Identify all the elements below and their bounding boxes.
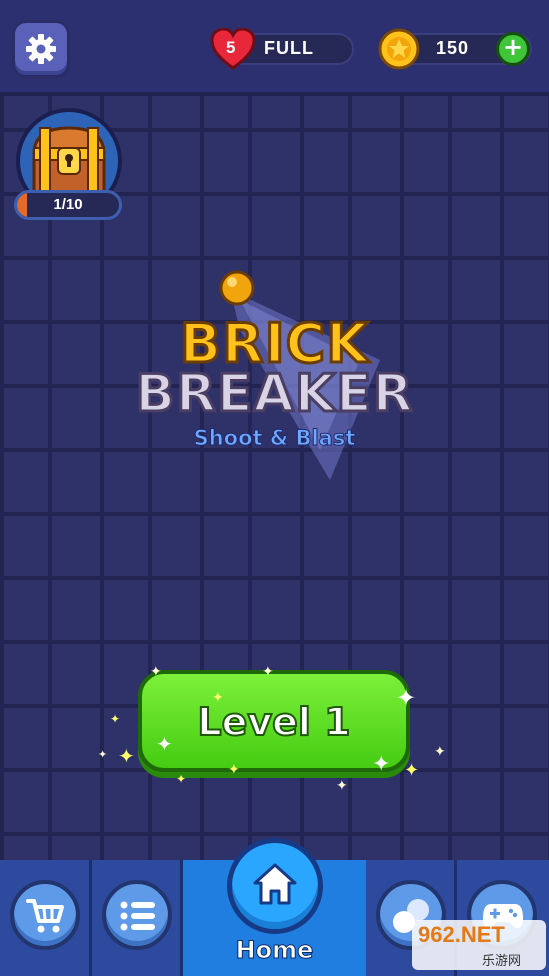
sparkle-icon: ✦ — [404, 760, 420, 781]
sparkle-icon: ✦ — [176, 772, 187, 786]
list-icon — [120, 901, 155, 931]
nav-shop[interactable] — [0, 860, 92, 976]
sparkle-icon: ✦ — [434, 744, 446, 760]
sparkle-icon: ✦ — [110, 712, 121, 726]
sparkle-icon: ✦ — [396, 684, 417, 712]
chest-icon — [32, 126, 106, 196]
site-watermark: 962.NET 乐游网 — [412, 920, 546, 970]
logo-subtitle: Shoot & Blast — [193, 426, 356, 451]
gear-icon — [26, 34, 56, 64]
play-level-button[interactable]: Level 1 — [138, 670, 410, 772]
watermark-main-text: 962.NET — [418, 922, 505, 947]
sparkle-icon: ✦ — [262, 664, 274, 680]
add-coins-button[interactable]: + — [496, 32, 530, 66]
nav-home-circle[interactable] — [227, 838, 323, 934]
nav-levels-circle — [102, 880, 172, 950]
settings-button[interactable] — [12, 20, 70, 78]
lives-count: 5 — [226, 38, 237, 57]
watermark-sub-text: 乐游网 — [482, 954, 522, 969]
chest-progress-text: 1/10 — [53, 196, 83, 213]
nav-home-label: Home — [235, 936, 314, 965]
home-icon — [253, 863, 297, 905]
nav-levels[interactable] — [92, 860, 183, 976]
coin-amount: 150 — [436, 38, 470, 58]
sparkle-icon: ✦ — [336, 778, 348, 794]
chest-progress-bar: 1/10 — [14, 190, 122, 220]
sparkle-icon: ✦ — [118, 744, 135, 768]
cart-icon — [26, 899, 64, 933]
play-level-label: Level 1 — [196, 699, 351, 745]
nav-shop-circle — [10, 880, 80, 950]
lives-status: FULL — [264, 38, 314, 58]
sparkle-icon: ✦ — [212, 690, 224, 706]
sparkle-icon: ✦ — [372, 752, 391, 777]
sparkle-icon: ✦ — [228, 762, 240, 778]
sparkle-icon: ✦ — [150, 664, 162, 680]
sparkle-icon: ✦ — [98, 748, 108, 761]
coin-icon — [378, 28, 420, 70]
sparkle-icon: ✦ — [156, 732, 173, 756]
logo-title-breaker: BREAKER — [134, 363, 414, 426]
plus-icon: + — [502, 33, 524, 61]
